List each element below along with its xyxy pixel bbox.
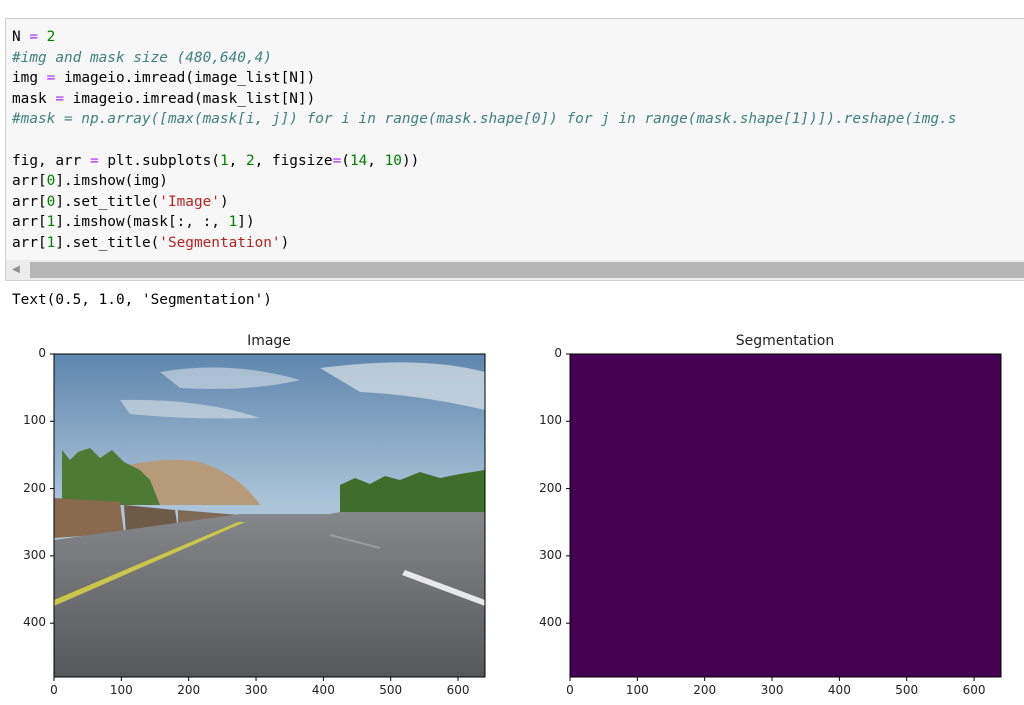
y-tick-label: 200 — [539, 480, 562, 495]
x-tick-label: 400 — [311, 683, 335, 697]
y-tick-label: 400 — [23, 615, 46, 630]
road — [54, 512, 485, 677]
y-tick-label: 200 — [23, 480, 46, 495]
x-tick-label: 300 — [244, 683, 268, 697]
x-tick-label: 500 — [895, 683, 919, 697]
x-tick-label: 600 — [962, 683, 986, 697]
x-tick-label: 200 — [693, 683, 717, 697]
x-tick-label: 400 — [827, 683, 851, 697]
y-tick-label: 300 — [23, 547, 46, 562]
x-tick-label: 600 — [446, 683, 470, 697]
segmentation-image — [570, 354, 1001, 677]
y-tick-label: 100 — [23, 413, 46, 428]
x-tick-label: 200 — [177, 683, 201, 697]
y-tick-label: 300 — [539, 547, 562, 562]
y-tick-label: 100 — [539, 413, 562, 428]
figure-canvas — [50, 353, 1002, 681]
image-plot — [54, 354, 485, 677]
x-tick-label: 300 — [760, 683, 784, 697]
y-tick-label: 0 — [38, 346, 46, 360]
y-tick-label: 400 — [539, 615, 562, 630]
x-tick-label: 500 — [379, 683, 403, 697]
x-tick-label: 100 — [109, 683, 133, 697]
x-tick-label: 0 — [50, 683, 58, 697]
y-tick-label: 0 — [554, 346, 562, 360]
x-tick-label: 0 — [566, 683, 574, 697]
x-tick-label: 100 — [625, 683, 649, 697]
